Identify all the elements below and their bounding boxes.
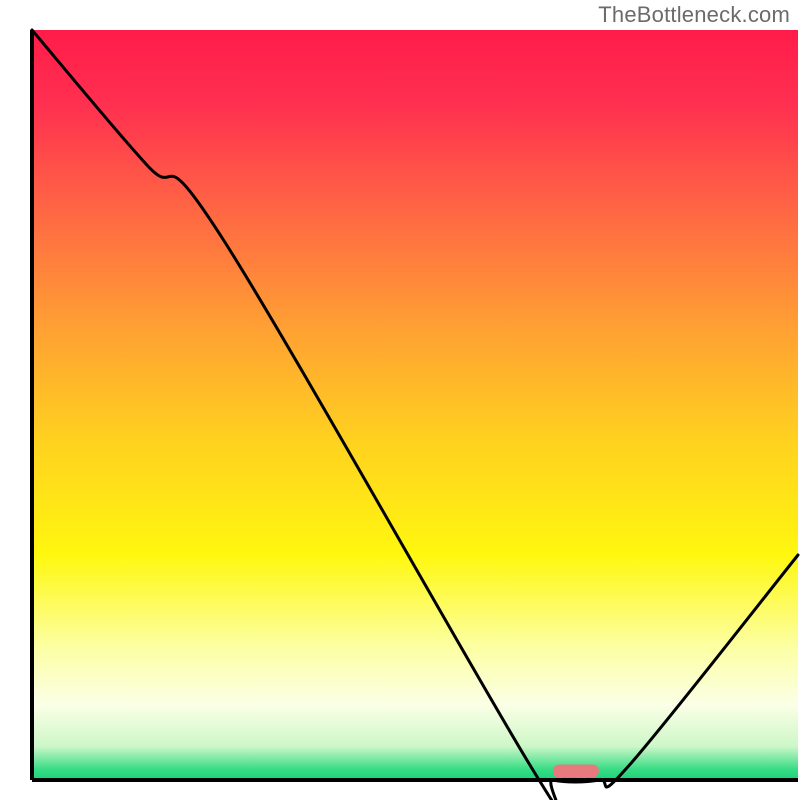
watermark-text: TheBottleneck.com	[598, 2, 790, 28]
chart-container: TheBottleneck.com	[0, 0, 800, 800]
plot-background	[32, 30, 798, 780]
optimum-marker	[553, 765, 599, 778]
bottleneck-chart	[0, 0, 800, 800]
